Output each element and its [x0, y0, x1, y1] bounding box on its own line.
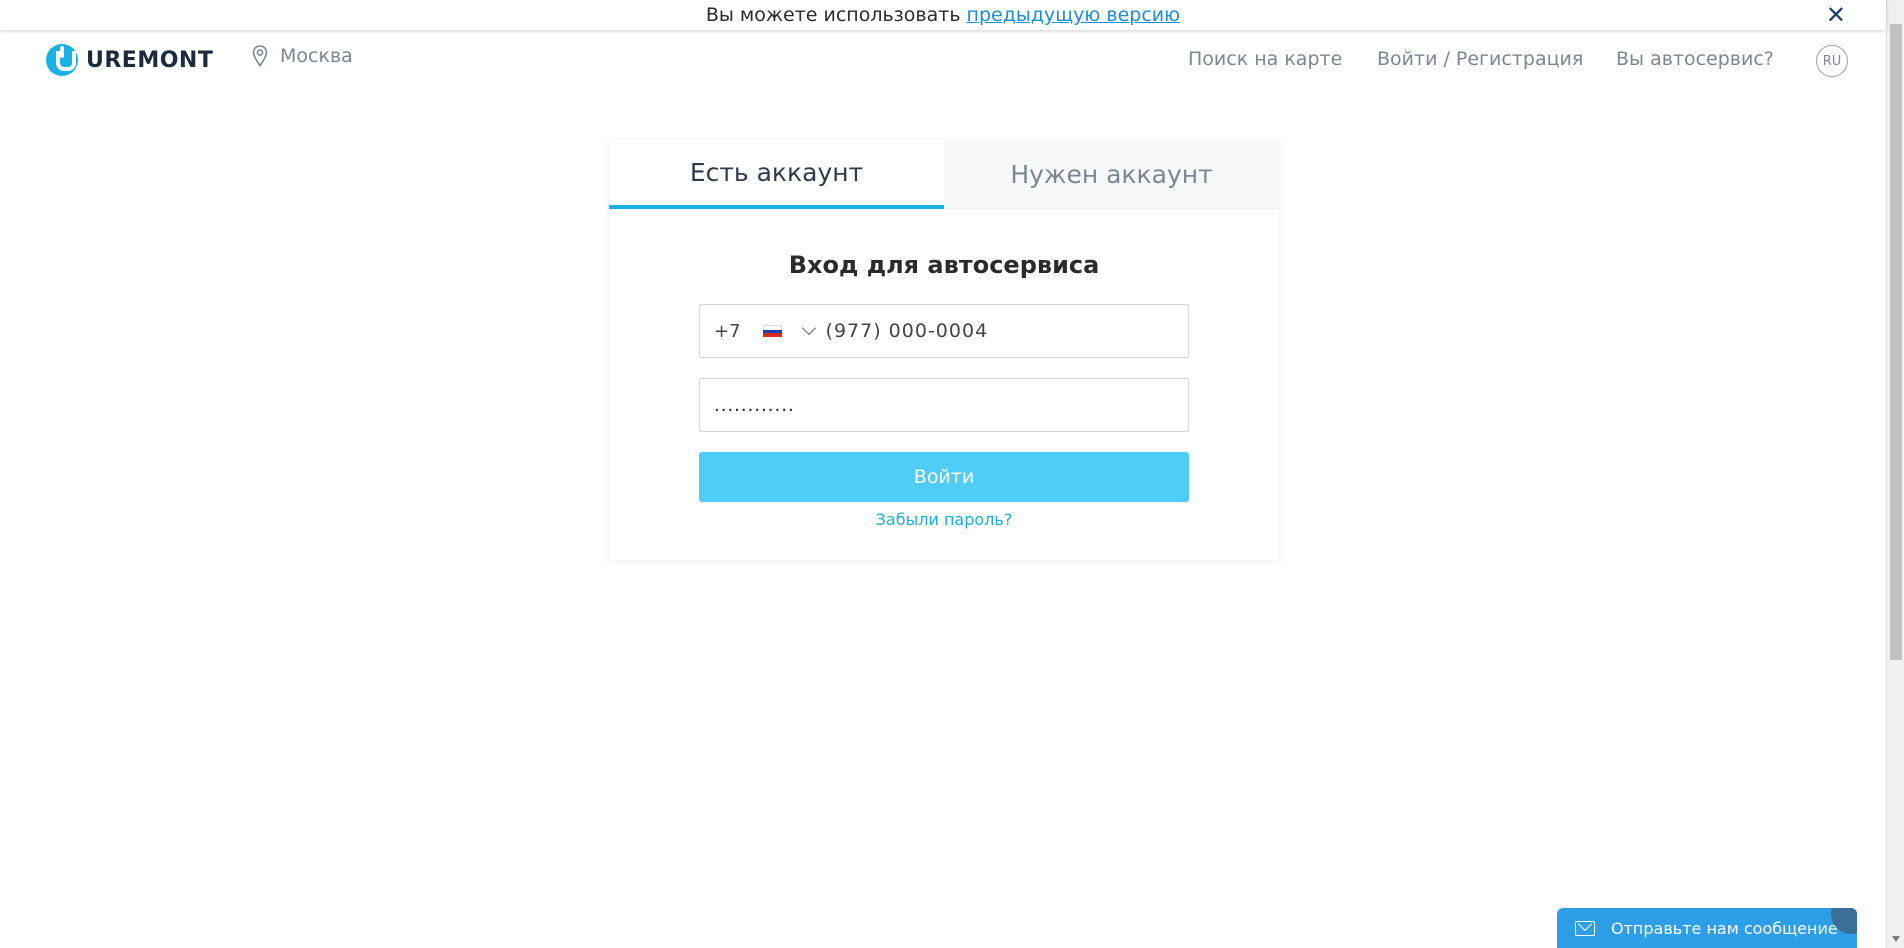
previous-version-banner: Вы можете использовать предыдущую версию…: [0, 0, 1886, 30]
page-scrollbar[interactable]: [1886, 0, 1904, 948]
logo-icon: [46, 44, 78, 76]
scroll-down-arrow-icon[interactable]: [1892, 936, 1900, 942]
page: Вы можете использовать предыдущую версию…: [0, 0, 1904, 948]
forgot-password-link[interactable]: Забыли пароль?: [609, 510, 1279, 529]
location-pin-icon: [252, 45, 268, 67]
chat-widget[interactable]: Отправьте нам сообщение: [1557, 908, 1857, 948]
chat-label: Отправьте нам сообщение: [1611, 918, 1838, 938]
form-title: Вход для автосервиса: [788, 251, 1100, 279]
logo[interactable]: UREMONT: [46, 44, 213, 76]
password-field[interactable]: ............: [699, 378, 1189, 432]
russia-flag-icon[interactable]: [762, 325, 782, 338]
password-input[interactable]: ............: [714, 395, 795, 416]
nav-autoservice[interactable]: Вы автосервис?: [1616, 48, 1774, 70]
site-header: UREMONT Москва Поиск на карте Войти / Ре…: [0, 30, 1886, 90]
language-switch[interactable]: RU: [1816, 45, 1848, 77]
previous-version-link[interactable]: предыдущую версию: [967, 4, 1181, 26]
city-selector[interactable]: Москва: [252, 45, 353, 67]
tab-has-account[interactable]: Есть аккаунт: [609, 140, 944, 209]
phone-input[interactable]: (977) 000-0004: [826, 320, 989, 342]
logo-text: UREMONT: [86, 47, 214, 73]
envelope-icon: [1575, 920, 1595, 936]
close-icon[interactable]: ✕: [1826, 2, 1846, 28]
login-card: Есть аккаунт Нужен аккаунт Вход для авто…: [609, 140, 1279, 560]
login-button[interactable]: Войти: [699, 452, 1189, 502]
nav-map-search[interactable]: Поиск на карте: [1188, 48, 1342, 70]
phone-field[interactable]: +7 (977) 000-0004: [699, 304, 1189, 358]
nav-login-register[interactable]: Войти / Регистрация: [1377, 48, 1583, 70]
account-tabs: Есть аккаунт Нужен аккаунт: [609, 140, 1279, 209]
tab-need-account[interactable]: Нужен аккаунт: [944, 140, 1279, 209]
chevron-down-icon[interactable]: [801, 320, 816, 336]
country-code: +7: [714, 320, 741, 342]
city-name: Москва: [280, 45, 353, 67]
banner-text: Вы можете использовать: [705, 4, 961, 26]
scrollbar-thumb[interactable]: [1890, 24, 1902, 660]
